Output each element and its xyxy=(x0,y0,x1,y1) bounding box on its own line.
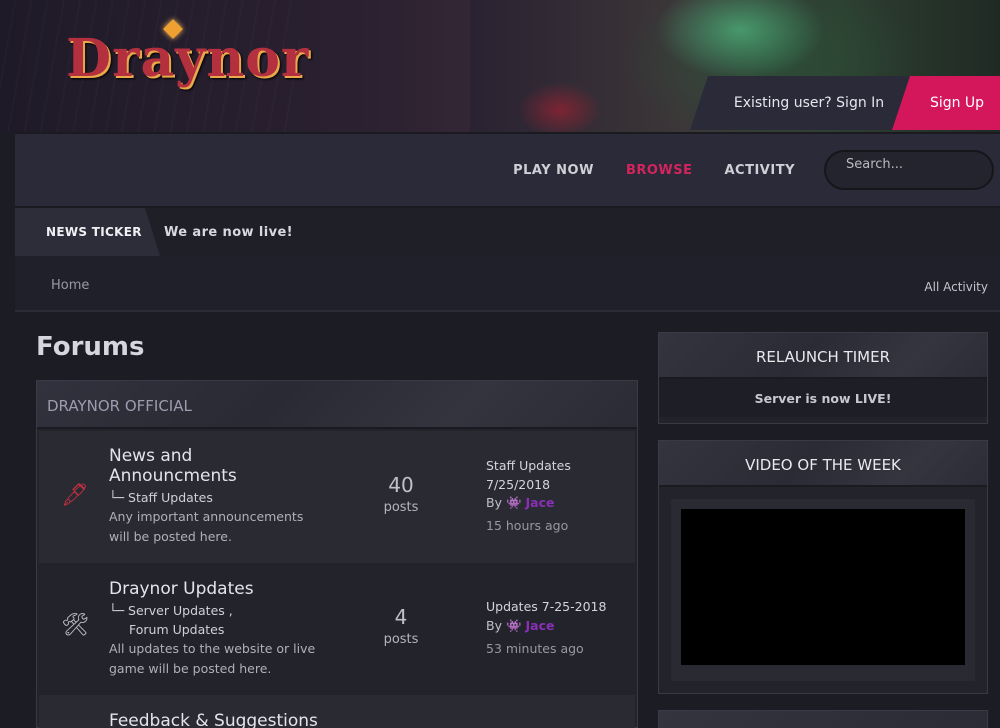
post-count-label: posts xyxy=(383,500,419,515)
news-ticker-text[interactable]: We are now live! xyxy=(164,225,314,240)
forum-row: 🛠 Draynor Updates └─ Server Updates , Fo… xyxy=(39,565,635,693)
sign-up-button[interactable]: Sign Up xyxy=(892,76,1000,130)
last-post-author: By 👾 Jace xyxy=(486,495,555,511)
forum-description: Any important announcements will be post… xyxy=(109,509,304,544)
video-player[interactable] xyxy=(681,509,965,665)
breadcrumb: Home All Activity xyxy=(15,256,1000,312)
last-post-title[interactable]: Updates 7-25-2018 xyxy=(486,597,626,616)
category-title[interactable]: DRAYNOR OFFICIAL xyxy=(37,381,637,429)
sidebar-widget xyxy=(658,710,988,728)
forum-title[interactable]: News and Announcments xyxy=(109,446,309,486)
user-avatar-icon: 👾 xyxy=(505,495,522,510)
post-count: 40 xyxy=(388,473,414,497)
widget-title: VIDEO OF THE WEEK xyxy=(659,441,987,487)
nav-play-now[interactable]: PLAY NOW xyxy=(513,163,594,178)
news-ticker-label: NEWS TICKER xyxy=(15,208,160,256)
relaunch-timer-widget: RELAUNCH TIMER Server is now LIVE! xyxy=(658,332,988,424)
post-count-label: posts xyxy=(383,632,419,647)
video-frame xyxy=(671,499,975,681)
last-post-time: 15 hours ago xyxy=(486,518,569,533)
last-post-time: 53 minutes ago xyxy=(486,641,584,656)
by-label: By xyxy=(486,495,502,510)
username-link[interactable]: Jace xyxy=(526,495,555,510)
quill-icon: 🖋 xyxy=(61,483,89,508)
breadcrumb-home[interactable]: Home xyxy=(51,278,89,293)
last-post-author: By 👾 Jace xyxy=(486,618,555,634)
video-of-the-week-widget: VIDEO OF THE WEEK xyxy=(658,440,988,694)
post-count: 4 xyxy=(394,605,408,629)
forum-row: Feedback & Suggestions xyxy=(39,695,635,728)
forum-title[interactable]: Feedback & Suggestions xyxy=(109,711,349,728)
sign-in-link[interactable]: Existing user? Sign In xyxy=(690,76,910,130)
header-banner: Draynor Existing user? Sign In Sign Up xyxy=(0,0,1000,132)
forum-title[interactable]: Draynor Updates xyxy=(109,579,309,599)
all-activity-link[interactable]: All Activity xyxy=(924,280,988,294)
forum-row: 🖋 News and Announcments └─ Staff Updates… xyxy=(39,431,635,563)
site-logo[interactable]: Draynor xyxy=(66,28,309,89)
subforum-link[interactable]: └─ Server Updates , xyxy=(109,601,233,620)
main-nav: PLAY NOW BROWSE ACTIVITY Search... xyxy=(15,132,1000,208)
nav-activity[interactable]: ACTIVITY xyxy=(725,163,796,178)
search-input[interactable]: Search... xyxy=(824,150,994,190)
forum-description: All updates to the website or live game … xyxy=(109,641,316,676)
user-avatar-icon: 👾 xyxy=(505,618,522,633)
news-ticker: NEWS TICKER We are now live! xyxy=(15,208,1000,256)
tools-icon: 🛠 xyxy=(61,613,89,638)
widget-title: RELAUNCH TIMER xyxy=(659,333,987,379)
username-link[interactable]: Jace xyxy=(526,618,555,633)
page-title: Forums xyxy=(36,332,145,362)
nav-browse[interactable]: BROWSE xyxy=(626,163,693,178)
widget-header-partial xyxy=(659,711,987,728)
last-post-title[interactable]: Staff Updates 7/25/2018 xyxy=(486,456,626,494)
subforum-link[interactable]: Forum Updates xyxy=(129,620,224,639)
subforum-link[interactable]: └─ Staff Updates xyxy=(109,488,213,507)
forum-category: DRAYNOR OFFICIAL 🖋 News and Announcments… xyxy=(36,380,638,728)
server-status-text: Server is now LIVE! xyxy=(659,379,987,417)
nav-links: PLAY NOW BROWSE ACTIVITY xyxy=(513,134,795,206)
by-label: By xyxy=(486,618,502,633)
